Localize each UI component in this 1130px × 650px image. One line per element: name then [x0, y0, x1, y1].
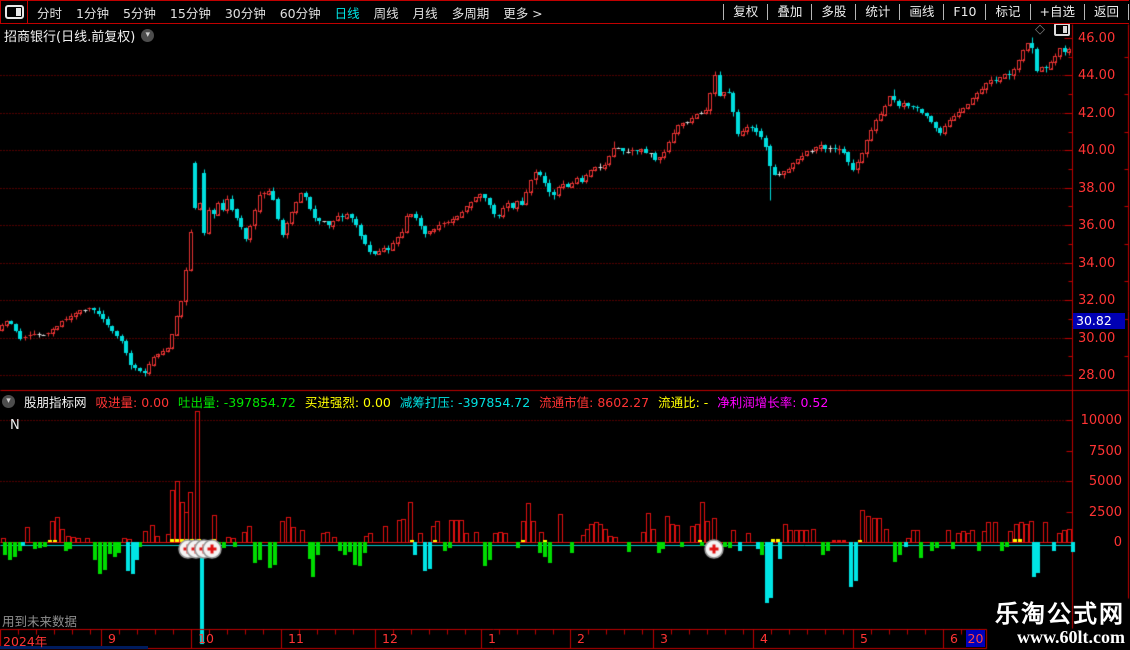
menu-item-15分钟[interactable]: 15分钟: [170, 3, 211, 22]
timeline-month-label: 6: [950, 631, 958, 646]
timeline-month-label: 3: [660, 631, 668, 646]
menu-item-更多 >[interactable]: 更多 >: [503, 3, 542, 22]
chart-corner-icons: ◇: [1035, 22, 1070, 37]
panel-toggle-button[interactable]: [1, 1, 28, 23]
timeline-month-label: 11: [288, 631, 304, 646]
indicator-axis-label: 0: [1113, 535, 1122, 550]
indicator-axis-label: 5000: [1088, 474, 1122, 489]
timeline-month-label: 9: [108, 631, 116, 646]
indicator-dropdown-icon[interactable]: ▾: [2, 394, 15, 408]
menu-item-多周期[interactable]: 多周期: [452, 3, 490, 22]
indicator-axis-label: 7500: [1088, 443, 1122, 459]
price-axis-label: 32.00: [1078, 293, 1116, 309]
price-axis-label: 40.00: [1078, 143, 1116, 159]
menu-item-标记[interactable]: 标记: [985, 4, 1029, 20]
price-axis-label: 42.00: [1078, 105, 1116, 121]
price-axis-label: 46.00: [1078, 31, 1116, 46]
timeline-month-label: 4: [760, 631, 768, 646]
menu-item-画线[interactable]: 画线: [899, 4, 943, 20]
menu-item-分时[interactable]: 分时: [37, 3, 62, 22]
watermark-site-name: 乐淘公式网: [995, 602, 1125, 628]
tools-menu: 复权 叠加 多股 统计 画线 F10 标记 +自选 返回: [723, 1, 1129, 23]
indicator-source-label: 股朋指标网: [24, 394, 87, 410]
period-menu: 分时 1分钟 5分钟 15分钟 30分钟 60分钟 日线 周线 月线 多周期 更多 >: [37, 3, 543, 22]
menu-item-复权[interactable]: 复权: [723, 4, 767, 20]
title-dropdown-icon[interactable]: ▾: [141, 29, 155, 42]
chart-title: 招商银行(日线.前复权): [4, 30, 136, 45]
timeline-month-label: 1: [488, 631, 496, 646]
watermark-url: www.60lt.com: [1017, 627, 1125, 647]
indicator-field: 流通比: -: [658, 394, 709, 410]
menu-item-月线[interactable]: 月线: [413, 3, 438, 22]
price-axis-label: 34.00: [1078, 255, 1116, 271]
app-window: 分时 1分钟 5分钟 15分钟 30分钟 60分钟 日线 周线 月线 多周期 更多 > 复权 叠加 多股…: [0, 0, 1130, 650]
current-price-tag: 30.82: [1073, 313, 1125, 330]
diamond-icon[interactable]: ◇: [1035, 22, 1045, 37]
title-row: 招商银行(日线.前复权) ▾: [4, 26, 155, 45]
panel-toggle-icon: [4, 5, 24, 19]
future-data-note: 用到未来数据: [2, 614, 78, 629]
menu-item-30分钟[interactable]: 30分钟: [225, 3, 266, 22]
price-axis-label: 44.00: [1078, 68, 1116, 84]
menu-item-1分钟[interactable]: 1分钟: [76, 3, 109, 22]
indicator-fields: 吸进量: 0.00 吐出量: -397854.72 买进强烈: 0.00 减筹打压: …: [96, 392, 829, 411]
menu-item-返回[interactable]: 返回: [1083, 4, 1129, 20]
indicator-axis-label: 10000: [1080, 413, 1122, 428]
menu-item-+自选[interactable]: +自选: [1029, 4, 1084, 20]
indicator-field: 吐出量: -397854.72: [178, 394, 296, 410]
timeline-month-label: 2: [577, 631, 585, 646]
timeline-month-label: 5: [860, 631, 868, 646]
menu-item-多股[interactable]: 多股: [811, 4, 855, 20]
top-menu-bar: 分时 1分钟 5分钟 15分钟 30分钟 60分钟 日线 周线 月线 多周期 更多 > 复权 叠加 多股…: [0, 0, 1129, 24]
indicator-field: 吸进量: 0.00: [95, 394, 170, 410]
indicator-field: 净利润增长率: 0.52: [717, 394, 829, 410]
indicator-axis-label: 2500: [1088, 504, 1122, 520]
indicator-field: 减筹打压: -397854.72: [399, 394, 531, 410]
price-axis-label: 38.00: [1078, 180, 1116, 196]
menu-item-5分钟[interactable]: 5分钟: [123, 3, 156, 22]
menu-item-F10[interactable]: F10: [943, 4, 985, 20]
indicator-header: ▾ 股朋指标网 吸进量: 0.00 吐出量: -397854.72 买进强烈: 0.…: [2, 392, 829, 411]
menu-item-日线[interactable]: 日线: [335, 3, 360, 22]
menu-item-60分钟[interactable]: 60分钟: [280, 3, 321, 22]
chart-canvas[interactable]: [0, 0, 1130, 650]
timeline-month-label: 12: [382, 631, 398, 646]
indicator-field: 买进强烈: 0.00: [304, 394, 391, 410]
timeline-highlight-box: 20: [966, 630, 985, 647]
price-axis-label: 36.00: [1078, 218, 1116, 234]
menu-item-周线[interactable]: 周线: [374, 3, 399, 22]
price-axis-label: 28.00: [1078, 367, 1116, 383]
indicator-field: 流通市值: 8602.27: [539, 394, 650, 410]
menu-item-统计[interactable]: 统计: [855, 4, 899, 20]
indicator-n-label: N: [10, 418, 20, 433]
price-axis-label: 30.00: [1078, 330, 1116, 346]
menu-item-叠加[interactable]: 叠加: [767, 4, 811, 20]
timeline-month-label: 10: [198, 631, 214, 646]
timeline-year-label: 2024年: [3, 634, 48, 649]
watermark: 乐淘公式网 www.60lt.com: [995, 603, 1125, 647]
maximize-panel-icon[interactable]: [1054, 23, 1070, 36]
